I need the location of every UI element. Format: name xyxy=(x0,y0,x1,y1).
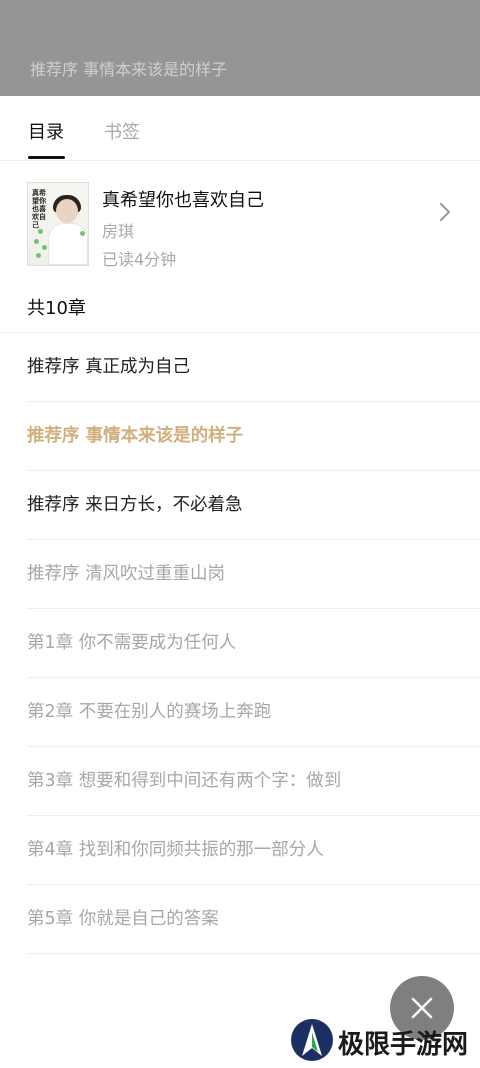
chapter-item[interactable]: 第4章 找到和你同频共振的那一部分人 xyxy=(27,816,480,885)
chapter-item-current[interactable]: 推荐序 事情本来该是的样子 xyxy=(27,402,480,471)
chapter-label: 推荐序 清风吹过重重山岗 xyxy=(27,564,226,584)
chapter-item[interactable]: 第5章 你就是自己的答案 xyxy=(27,885,480,954)
book-author: 房琪 xyxy=(102,222,135,241)
chapter-label: 第5章 你就是自己的答案 xyxy=(27,909,219,929)
chapter-label: 第3章 想要和得到中间还有两个字：做到 xyxy=(27,771,342,791)
chapter-count: 共10章 xyxy=(27,298,86,319)
chapter-item[interactable]: 第2章 不要在别人的赛场上奔跑 xyxy=(27,678,480,747)
chapter-item[interactable]: 第1章 你不需要成为任何人 xyxy=(27,609,480,678)
watermark-logo-icon xyxy=(291,1019,333,1061)
overlay-chapter-title: 推荐序 事情本来该是的样子 xyxy=(30,60,228,79)
tab-bar: 目录 书签 xyxy=(0,96,480,161)
watermark-text: 极限手游网 xyxy=(338,1030,469,1060)
book-title: 真希望你也喜欢自己 xyxy=(102,190,264,211)
watermark: 极限手游网 xyxy=(290,1018,480,1066)
chapter-item[interactable]: 第3章 想要和得到中间还有两个字：做到 xyxy=(27,747,480,816)
tab-toc[interactable]: 目录 xyxy=(28,118,64,144)
chapter-label: 推荐序 来日方长，不必着急 xyxy=(27,495,243,515)
toc-panel: 目录 书签 真希望你也喜欢自己 真希望你也喜欢自己 房琪 已读4分钟 共10章 … xyxy=(0,96,480,1066)
read-time: 已读4分钟 xyxy=(102,250,177,269)
chapter-label: 第4章 找到和你同频共振的那一部分人 xyxy=(27,840,324,860)
background-reader-overlay[interactable]: 推荐序 事情本来该是的样子 xyxy=(0,0,480,96)
book-info-card[interactable]: 真希望你也喜欢自己 真希望你也喜欢自己 房琪 已读4分钟 xyxy=(0,160,480,270)
book-cover: 真希望你也喜欢自己 xyxy=(27,182,89,266)
chapter-item[interactable]: 推荐序 来日方长，不必着急 xyxy=(27,471,480,540)
chapter-item[interactable]: 推荐序 真正成为自己 xyxy=(27,333,480,402)
cover-title: 真希望你也喜欢自己 xyxy=(32,189,46,229)
active-tab-indicator xyxy=(28,156,65,159)
chapter-label: 推荐序 真正成为自己 xyxy=(27,357,191,377)
chapter-list: 推荐序 真正成为自己 推荐序 事情本来该是的样子 推荐序 来日方长，不必着急 推… xyxy=(0,332,480,954)
chapter-label: 推荐序 事情本来该是的样子 xyxy=(27,426,244,446)
chapter-label: 第2章 不要在别人的赛场上奔跑 xyxy=(27,702,272,722)
tab-bookmarks[interactable]: 书签 xyxy=(104,118,140,144)
chapter-item[interactable]: 推荐序 清风吹过重重山岗 xyxy=(27,540,480,609)
chevron-right-icon[interactable] xyxy=(436,200,454,224)
chapter-label: 第1章 你不需要成为任何人 xyxy=(27,633,237,653)
